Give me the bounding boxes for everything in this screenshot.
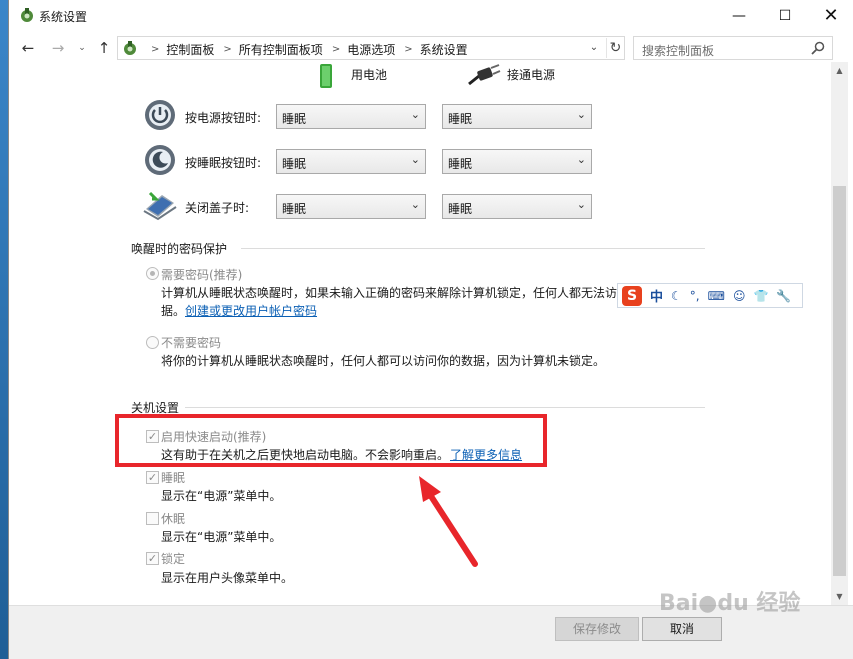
sleep-button-icon <box>145 145 175 175</box>
breadcrumb-system-settings[interactable]: 系统设置 <box>420 41 468 58</box>
scroll-down-icon[interactable]: ▼ <box>831 588 848 605</box>
power-button-plugged-select[interactable]: 睡眠 ⌄ <box>442 104 592 129</box>
skin-shirt-icon[interactable]: 👕 <box>753 289 768 303</box>
lock-description: 显示在用户头像菜单中。 <box>161 571 294 585</box>
highlight-box-annotation <box>115 414 547 467</box>
hibernate-checkbox[interactable] <box>146 512 159 525</box>
require-password-description-cont: 据。 <box>161 304 186 318</box>
search-box[interactable]: 搜索控制面板 <box>633 36 833 60</box>
scrollbar-thumb[interactable] <box>833 186 846 576</box>
search-input[interactable]: 搜索控制面板 <box>642 42 714 59</box>
back-button[interactable]: ← <box>19 38 37 58</box>
search-icon[interactable] <box>810 40 826 56</box>
select-value: 睡眠 <box>448 202 473 216</box>
sleep-label: 睡眠 <box>161 471 186 485</box>
power-button-label: 按电源按钮时: <box>185 111 262 125</box>
battery-column-header: 用电池 <box>351 68 388 82</box>
plugged-in-column-header: 接通电源 <box>507 68 556 82</box>
desktop-edge <box>0 0 8 659</box>
no-password-label: 不需要密码 <box>161 336 222 350</box>
minimize-button[interactable]: — <box>716 0 762 31</box>
hibernate-description: 显示在“电源”菜单中。 <box>161 530 282 544</box>
recent-locations-button[interactable]: ⌄ <box>73 38 91 58</box>
lock-label: 锁定 <box>161 552 186 566</box>
sleep-button-label: 按睡眠按钮时: <box>185 156 262 170</box>
wake-password-section-title: 唤醒时的密码保护 <box>131 242 228 256</box>
power-options-icon <box>21 8 33 22</box>
select-value: 睡眠 <box>282 202 307 216</box>
breadcrumb-all-items[interactable]: 所有控制面板项 <box>239 41 323 58</box>
no-password-description: 将你的计算机从睡眠状态唤醒时，任何人都可以访问你的数据，因为计算机未锁定。 <box>161 354 606 368</box>
chevron-down-icon: ⌄ <box>410 198 420 211</box>
close-button[interactable]: ✕ <box>808 0 853 31</box>
navigation-bar: ← → ⌄ ↑ > 控制面板 > 所有控制面板项 > 电源选项 > 系统设置 ⌄… <box>9 34 853 62</box>
breadcrumb-power-options[interactable]: 电源选项 <box>347 41 395 58</box>
system-settings-window: 系统设置 — ☐ ✕ ← → ⌄ ↑ > 控制面板 > 所有控制面板项 > 电源… <box>8 0 853 659</box>
sleep-button-battery-select[interactable]: 睡眠 ⌄ <box>276 149 426 174</box>
sleep-button-plugged-select[interactable]: 睡眠 ⌄ <box>442 149 592 174</box>
select-value: 睡眠 <box>282 157 307 171</box>
breadcrumb-separator[interactable]: > <box>332 44 340 55</box>
watermark-logo: Bai●du 经验 <box>659 591 801 616</box>
close-lid-label: 关闭盖子时: <box>185 201 250 215</box>
select-value: 睡眠 <box>448 112 473 126</box>
breadcrumb-control-panel[interactable]: 控制面板 <box>166 41 214 58</box>
cancel-button[interactable]: 取消 <box>642 617 722 641</box>
keyboard-icon[interactable]: ⌨ <box>708 289 725 303</box>
ime-toolbar[interactable]: S 中 ☾ °, ⌨ ☺ 👕 🔧 <box>617 283 803 308</box>
require-password-radio[interactable] <box>146 267 159 280</box>
forward-button[interactable]: → <box>49 38 67 58</box>
sogou-logo-icon[interactable]: S <box>622 285 642 306</box>
refresh-button[interactable]: ↻ <box>606 38 624 58</box>
power-button-icon <box>145 100 175 130</box>
chevron-down-icon: ⌄ <box>410 108 420 121</box>
punctuation-icon[interactable]: °, <box>690 289 700 303</box>
red-arrow-annotation <box>419 476 478 567</box>
breadcrumb-separator[interactable]: > <box>151 44 159 55</box>
power-button-battery-select[interactable]: 睡眠 ⌄ <box>276 104 426 129</box>
scroll-up-icon[interactable]: ▲ <box>831 62 848 79</box>
breadcrumb-separator[interactable]: > <box>223 44 231 55</box>
require-password-description: 计算机从睡眠状态唤醒时，如果未输入正确的密码来解除计算机锁定，任何人都无法访 <box>161 286 618 300</box>
up-button[interactable]: ↑ <box>95 38 113 58</box>
battery-icon <box>320 64 332 88</box>
close-lid-plugged-select[interactable]: 睡眠 ⌄ <box>442 194 592 219</box>
change-password-link[interactable]: 创建或更改用户帐户密码 <box>185 302 317 319</box>
chevron-down-icon: ⌄ <box>576 108 586 121</box>
save-changes-button[interactable]: 保存修改 <box>555 617 639 641</box>
chevron-down-icon: ⌄ <box>576 153 586 166</box>
select-value: 睡眠 <box>448 157 473 171</box>
power-plug-icon <box>468 64 501 86</box>
lock-checkbox[interactable] <box>146 552 159 565</box>
require-password-label: 需要密码(推荐) <box>161 268 243 282</box>
user-icon[interactable]: ☺ <box>733 289 746 303</box>
laptop-lid-icon <box>143 191 177 221</box>
maximize-button[interactable]: ☐ <box>762 0 808 31</box>
hibernate-label: 休眠 <box>161 512 186 526</box>
chevron-down-icon: ⌄ <box>576 198 586 211</box>
address-bar[interactable]: > 控制面板 > 所有控制面板项 > 电源选项 > 系统设置 ⌄ ↻ <box>117 36 625 60</box>
breadcrumb: > 控制面板 > 所有控制面板项 > 电源选项 > 系统设置 <box>142 41 468 58</box>
control-panel-icon <box>124 41 136 55</box>
address-dropdown-icon[interactable]: ⌄ <box>586 39 602 57</box>
wrench-icon[interactable]: 🔧 <box>776 289 791 303</box>
section-divider <box>185 407 705 408</box>
sleep-description: 显示在“电源”菜单中。 <box>161 489 282 503</box>
select-value: 睡眠 <box>282 112 307 126</box>
sleep-checkbox[interactable] <box>146 471 159 484</box>
chevron-down-icon: ⌄ <box>410 153 420 166</box>
breadcrumb-separator[interactable]: > <box>404 44 412 55</box>
section-divider <box>241 248 705 249</box>
vertical-scrollbar[interactable]: ▲ ▼ <box>831 62 848 605</box>
window-title: 系统设置 <box>39 10 88 24</box>
close-lid-battery-select[interactable]: 睡眠 ⌄ <box>276 194 426 219</box>
moon-icon[interactable]: ☾ <box>671 289 682 303</box>
ime-language-toggle[interactable]: 中 <box>650 286 663 305</box>
no-password-radio[interactable] <box>146 336 159 349</box>
title-bar: 系统设置 — ☐ ✕ <box>9 0 853 31</box>
